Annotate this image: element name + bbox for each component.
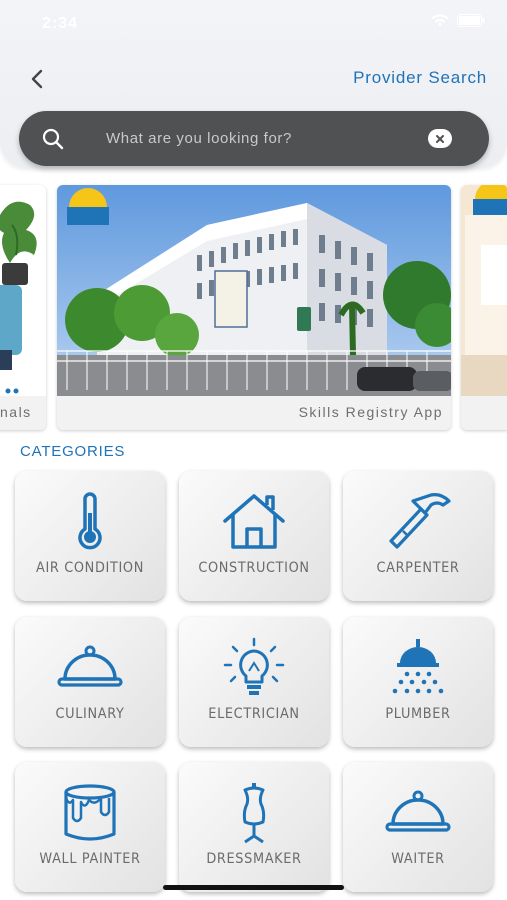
dress-form-icon: [242, 783, 266, 844]
paint-bucket-icon: [64, 784, 116, 841]
thermometer-icon: [78, 492, 102, 550]
back-button[interactable]: [26, 66, 48, 92]
category-label: CULINARY: [55, 706, 125, 722]
category-carpenter[interactable]: CARPENTER: [343, 471, 493, 601]
category-label: DRESSMAKER: [206, 851, 302, 867]
chevron-left-icon: [31, 69, 43, 89]
category-construction[interactable]: CONSTRUCTION: [179, 471, 329, 601]
battery-icon: [457, 14, 485, 27]
hammer-icon: [389, 493, 451, 549]
search-input[interactable]: [106, 123, 406, 153]
house-icon: [223, 494, 285, 549]
cloche-icon: [385, 790, 451, 832]
slide-caption: Skills Registry App: [298, 404, 443, 420]
category-waiter[interactable]: WAITER: [343, 762, 493, 892]
page-title: Provider Search: [353, 68, 487, 87]
category-label: WALL PAINTER: [39, 851, 141, 867]
search-bar[interactable]: [19, 111, 489, 166]
category-plumber[interactable]: PLUMBER: [343, 617, 493, 747]
shower-icon: [392, 639, 444, 694]
carousel-slide-next[interactable]: [461, 185, 507, 430]
category-electrician[interactable]: ELECTRICIAN: [179, 617, 329, 747]
cloche-icon: [57, 645, 123, 687]
carousel-slide-current[interactable]: Skills Registry App: [57, 185, 451, 430]
wifi-icon: [431, 14, 449, 27]
category-label: AIR CONDITION: [36, 560, 144, 576]
category-air-condition[interactable]: AIR CONDITION: [15, 471, 165, 601]
category-wall-painter[interactable]: WALL PAINTER: [15, 762, 165, 892]
slide-image: [461, 185, 507, 396]
home-indicator[interactable]: [163, 885, 344, 890]
slide-image: [0, 185, 46, 396]
slide-image: [57, 185, 451, 396]
carousel-slide-previous[interactable]: nals: [0, 185, 46, 430]
lightbulb-icon: [223, 637, 285, 695]
category-label: CARPENTER: [376, 560, 460, 576]
category-dressmaker[interactable]: DRESSMAKER: [179, 762, 329, 892]
categories-heading: CATEGORIES: [20, 443, 126, 460]
category-label: ELECTRICIAN: [208, 706, 300, 722]
category-label: CONSTRUCTION: [198, 560, 310, 576]
status-time: 2:34: [42, 15, 79, 32]
close-icon: [436, 134, 444, 143]
category-label: PLUMBER: [385, 706, 451, 722]
search-icon: [42, 128, 64, 150]
slide-caption: nals: [0, 404, 32, 420]
category-culinary[interactable]: CULINARY: [15, 617, 165, 747]
status-icons: [431, 14, 485, 27]
clear-search-button[interactable]: [428, 129, 452, 148]
category-label: WAITER: [391, 851, 445, 867]
